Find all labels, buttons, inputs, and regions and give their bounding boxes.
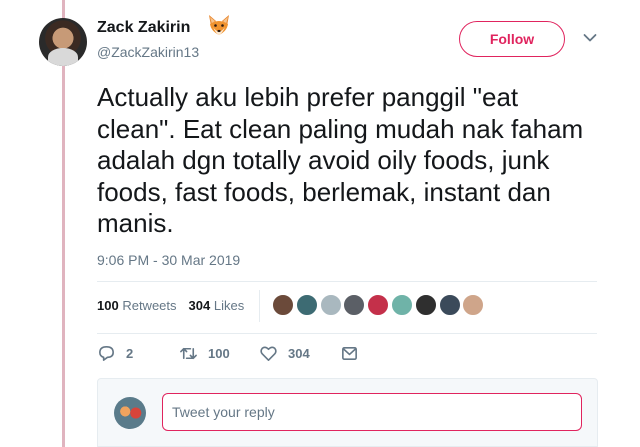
reply-button[interactable]: 2 — [97, 343, 133, 363]
follow-button[interactable]: Follow — [459, 21, 565, 57]
tweet-timestamp[interactable]: 9:06 PM - 30 Mar 2019 — [97, 252, 240, 268]
retweets-count: 100 — [97, 298, 119, 313]
like-button[interactable]: 304 — [259, 343, 310, 363]
liker-avatar[interactable] — [462, 294, 485, 316]
liker-avatar[interactable] — [272, 294, 294, 316]
fox-face-icon — [209, 15, 229, 35]
stats-separator — [259, 290, 260, 322]
divider — [97, 333, 597, 334]
reply-composer — [97, 378, 598, 447]
reply-icon — [99, 345, 114, 361]
retweets-label: Retweets — [122, 298, 177, 313]
like-count: 304 — [288, 345, 310, 361]
liker-avatar[interactable] — [367, 294, 390, 316]
tweet-stats: 100 Retweets 304 Likes — [97, 298, 244, 313]
retweet-icon — [180, 347, 197, 359]
retweets-stat[interactable]: 100 Retweets — [97, 298, 177, 313]
liker-avatar[interactable] — [295, 294, 318, 316]
retweet-button[interactable]: 100 — [179, 343, 230, 363]
likes-count: 304 — [188, 298, 211, 313]
thread-line — [62, 0, 65, 447]
current-user-avatar — [114, 397, 146, 429]
reply-input[interactable] — [162, 393, 582, 431]
reply-count: 2 — [126, 345, 134, 361]
liker-avatars — [272, 294, 486, 318]
likes-label: Likes — [213, 298, 245, 313]
liker-avatar[interactable] — [319, 294, 342, 316]
author-name[interactable]: Zack Zakirin — [97, 19, 190, 37]
author-handle[interactable]: @ZackZakirin13 — [97, 44, 199, 60]
likes-stat[interactable]: 304 Likes — [189, 298, 245, 313]
heart-icon — [260, 345, 277, 361]
liker-avatar[interactable] — [438, 294, 461, 316]
liker-avatar[interactable] — [390, 294, 413, 316]
liker-avatar[interactable] — [414, 294, 437, 316]
chevron-down-icon[interactable] — [583, 33, 597, 43]
retweet-count: 100 — [208, 345, 230, 361]
envelope-icon — [342, 346, 357, 360]
author-avatar[interactable] — [39, 18, 87, 66]
direct-message-button[interactable] — [340, 343, 369, 363]
liker-avatar[interactable] — [343, 294, 366, 316]
tweet-text: Actually aku lebih prefer panggil "eat c… — [97, 82, 584, 238]
divider — [97, 281, 597, 282]
